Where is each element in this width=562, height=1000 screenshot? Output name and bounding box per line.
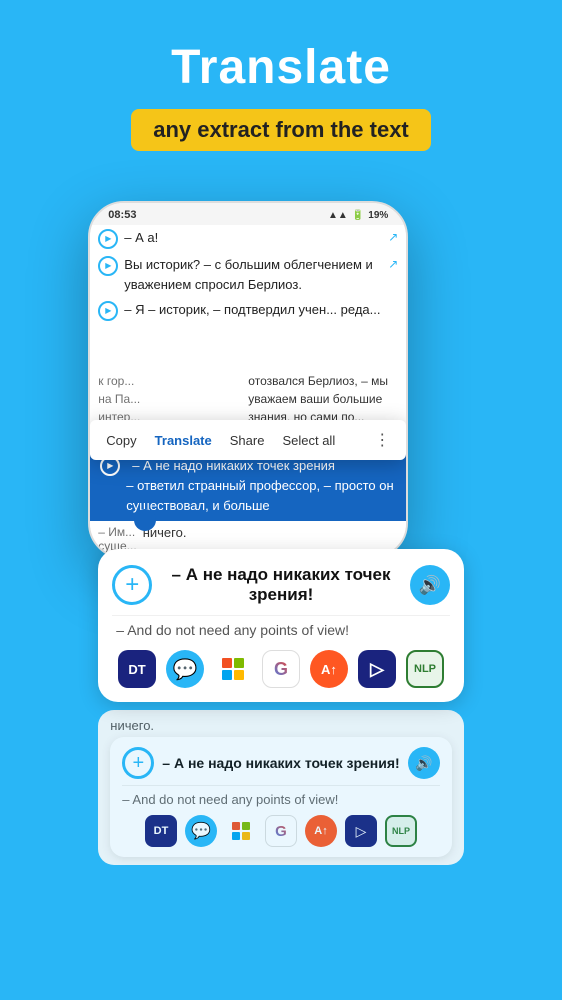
phone-area: 08:53 ▲▲ 🔋 19% ▶ – А а! ↗ <box>0 201 562 873</box>
more-options-button[interactable]: ⋮ <box>374 430 390 450</box>
bottom-divider <box>122 785 439 786</box>
header-section: Translate any extract from the text <box>0 0 562 171</box>
bottom-speaker[interactable]: 🔊 <box>408 747 440 779</box>
bottom-mini-card: + – А не надо никаких точек зрения! 🔊 – … <box>110 737 451 857</box>
reader-text-2: Вы историк? – с большим облегчением и ув… <box>124 255 388 294</box>
selected-text-cont: – ответил странный профессор, – просто о… <box>126 476 396 515</box>
bottom-original: – А не надо никаких точек зрения! <box>162 755 399 771</box>
subtitle-box: any extract from the text <box>131 109 431 151</box>
bottom-arrow[interactable]: ▷ <box>345 815 377 847</box>
battery-pct: 19% <box>368 210 388 221</box>
battery-icon: 🔋 <box>352 210 364 221</box>
bottom-win[interactable] <box>225 815 257 847</box>
reader-line-3: ▶ – Я – историк, – подтвердил учен... ре… <box>90 297 406 324</box>
bottom-repeat-text: ничего. <box>110 718 451 737</box>
app-icon-google[interactable]: G <box>262 650 300 688</box>
status-bar: 08:53 ▲▲ 🔋 19% <box>90 203 406 225</box>
app-icon-arrow[interactable]: ▷ <box>358 650 396 688</box>
overflow-lines: к гор...на Па...интер... отозвался Берли… <box>90 328 406 430</box>
status-time: 08:53 <box>108 209 136 221</box>
bottom-dt[interactable]: DT <box>145 815 177 847</box>
bottom-translation: – And do not need any points of view! <box>122 792 439 807</box>
app-icons-row: DT 💬 G <box>112 650 449 688</box>
divider <box>112 615 449 616</box>
share-button[interactable]: Share <box>230 433 265 448</box>
play-icon-3[interactable]: ▶ <box>98 301 118 321</box>
translate-button[interactable]: Translate <box>155 433 212 448</box>
app-icon-windows[interactable] <box>214 650 252 688</box>
bottom-mini-header: + – А не надо никаких точек зрения! 🔊 <box>122 747 439 779</box>
copy-button[interactable]: Copy <box>106 433 136 448</box>
add-button[interactable]: + <box>112 565 152 605</box>
speaker-icon: 🔊 <box>418 575 440 596</box>
bottom-nlp[interactable]: NLP <box>385 815 417 847</box>
reader-content: ▶ – А а! ↗ ▶ Вы историк? – с большим обл… <box>90 225 406 557</box>
left-overflow: к гор...на Па...интер... <box>90 372 248 426</box>
translation-card: + – А не надо никаких точекзрения! 🔊 – A… <box>98 549 463 702</box>
bottom-bubble[interactable]: 💬 <box>185 815 217 847</box>
reader-line-2: ▶ Вы историк? – с большим облегчением и … <box>90 252 406 297</box>
signal-icon: ▲▲ <box>328 210 348 221</box>
select-all-button[interactable]: Select all <box>282 433 335 448</box>
speaker-button[interactable]: 🔊 <box>410 565 450 605</box>
bottom-app-icons: DT 💬 G A↑ ▷ NLP <box>122 815 439 847</box>
right-overflow: отозвался Берлиоз, – мы уважаем ваши бол… <box>248 372 406 426</box>
app-icon-af[interactable]: A↑ <box>310 650 348 688</box>
bottom-af[interactable]: A↑ <box>305 815 337 847</box>
reader-text-3: – Я – историк, – подтвердил учен... реда… <box>124 300 398 320</box>
reader-line-1: ▶ – А а! ↗ <box>90 225 406 252</box>
play-icon-1[interactable]: ▶ <box>98 229 118 249</box>
status-right: ▲▲ 🔋 19% <box>328 210 388 221</box>
reader-text-1: – А а! <box>124 228 388 248</box>
bottom-add-btn[interactable]: + <box>122 747 154 779</box>
phone-mockup: 08:53 ▲▲ 🔋 19% ▶ – А а! ↗ <box>88 201 408 559</box>
overflow-area: к гор...на Па...интер... отозвался Берли… <box>90 324 406 430</box>
bottom-repeat-section: ничего. + – А не надо никаких точек зрен… <box>98 710 463 865</box>
page-title: Translate <box>20 40 542 95</box>
app-icon-dt[interactable]: DT <box>118 650 156 688</box>
share-icon-2: ↗ <box>388 255 398 273</box>
translation-result-text: – And do not need any points of view! <box>112 622 449 638</box>
bottom-google[interactable]: G <box>265 815 297 847</box>
translation-card-header: + – А не надо никаких точекзрения! 🔊 <box>112 565 449 605</box>
share-icon-1: ↗ <box>388 228 398 246</box>
phone-wrapper: 08:53 ▲▲ 🔋 19% ▶ – А а! ↗ <box>88 201 473 873</box>
translation-original-text: – А не надо никаких точекзрения! <box>162 565 399 605</box>
play-icon-2[interactable]: ▶ <box>98 256 118 276</box>
app-icon-nlp[interactable]: NLP <box>406 650 444 688</box>
context-menu: Copy Translate Share Select all ⋮ <box>90 420 406 460</box>
app-icon-bubble[interactable]: 💬 <box>166 650 204 688</box>
